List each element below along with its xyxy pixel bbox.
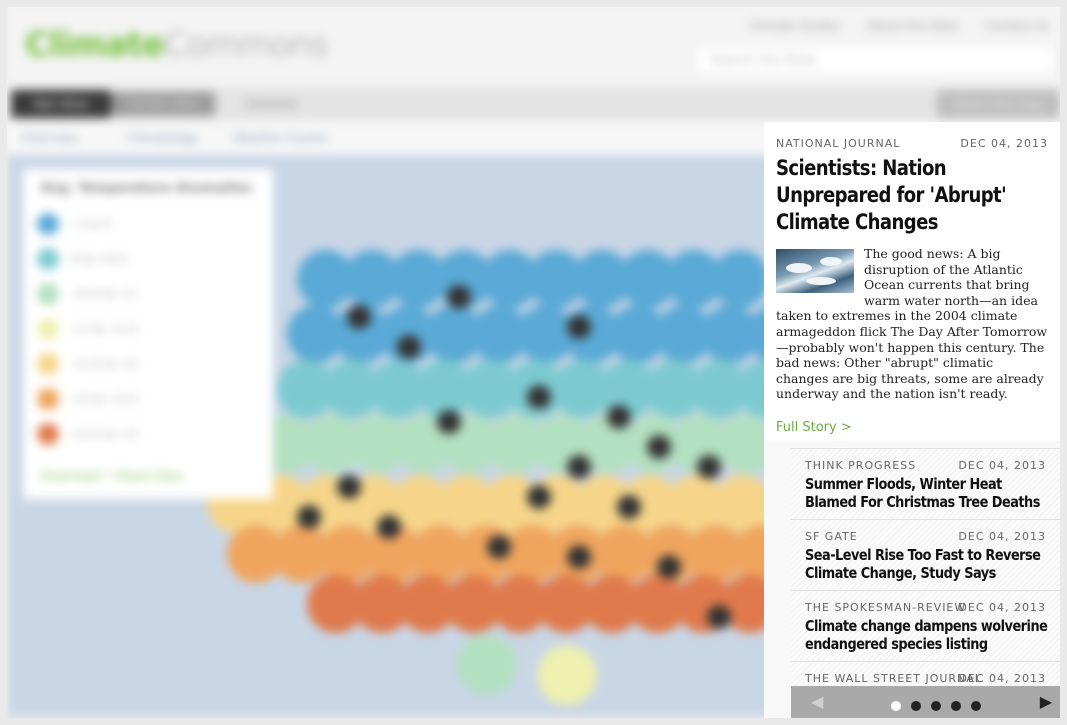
legend-swatch (37, 213, 59, 235)
news-item-source: SF Gate (805, 530, 858, 543)
pager-dot[interactable] (891, 701, 901, 711)
map-event-marker (377, 515, 401, 539)
pager-dot[interactable] (911, 701, 921, 711)
map-event-marker (657, 555, 681, 579)
news-item-date: DEC 04, 2013 (958, 459, 1046, 472)
pager-dots (891, 696, 991, 715)
prev-arrow-icon[interactable]: ◀ (811, 692, 823, 711)
news-item-source: Think Progress (805, 459, 917, 472)
news-pager: ◀ ▶ (791, 686, 1060, 718)
news-item[interactable]: SF Gate DEC 04, 2013 Sea-Level Rise Too … (791, 519, 1060, 589)
news-item-title[interactable]: Sea-Level Rise Too Fast to Reverse Clima… (805, 546, 1054, 582)
map-hex-cell (457, 635, 517, 695)
logo-text-green: Climate (25, 25, 165, 65)
next-arrow-icon[interactable]: ▶ (1040, 692, 1052, 711)
subnav-weather[interactable]: Weather Events (233, 131, 328, 145)
news-item-date: DEC 04, 2013 (958, 672, 1046, 685)
legend-label: 0 to +0.5 (71, 252, 128, 266)
app-window: ClimateCommons Climate Guides About the … (7, 7, 1060, 718)
news-item[interactable]: Think Progress DEC 04, 2013 Summer Flood… (791, 448, 1060, 518)
map-event-marker (707, 605, 731, 629)
legend-label: +2.5 to +3 (71, 427, 138, 441)
legend-item: 0 to +0.5 (37, 248, 257, 272)
map-event-marker (397, 335, 421, 359)
featured-title[interactable]: Scientists: Nation Unprepared for 'Abrup… (776, 155, 1043, 236)
legend-swatch (37, 283, 59, 305)
top-links: Climate Guides About the Atlas Contact U… (727, 19, 1050, 33)
news-item-source: The Spokesman-Review (805, 601, 967, 614)
featured-body: The good news: A big disruption of the A… (776, 246, 1048, 402)
news-item-date: DEC 04, 2013 (958, 601, 1046, 614)
news-item-source: The Wall Street Journal (805, 672, 982, 685)
subnav-climatology[interactable]: Climatology (127, 131, 199, 145)
map-event-marker (567, 455, 591, 479)
legend-item: +1 to +1.5 (37, 318, 257, 342)
map-hex-cell (537, 645, 597, 705)
legend-label: +0.5 to +1 (71, 287, 138, 301)
map-event-marker (647, 435, 671, 459)
map-event-marker (297, 505, 321, 529)
full-story-link[interactable]: Full Story > (776, 420, 852, 435)
logo-text-grey: Commons (163, 25, 329, 65)
toplink-about[interactable]: About the Atlas (866, 19, 958, 33)
pager-dot[interactable] (971, 701, 981, 711)
nav-tab-extreme[interactable]: Extreme (247, 97, 298, 111)
map-event-marker (487, 535, 511, 559)
nav-tab-atlas[interactable]: Nat Atlas (11, 90, 111, 118)
legend-label: +2 to +2.5 (71, 392, 138, 406)
map-legend: Avg. Temperature Anomalies Download • Sh… (23, 169, 273, 499)
map-event-marker (567, 315, 591, 339)
news-item-title[interactable]: Summer Floods, Winter Heat Blamed For Ch… (805, 475, 1054, 511)
share-map-button[interactable]: Share this map (937, 90, 1060, 118)
featured-thumbnail (776, 249, 854, 293)
legend-item: -1 to 0 (37, 213, 257, 237)
map-event-marker (527, 385, 551, 409)
legend-item: +0.5 to +1 (37, 283, 257, 307)
map-hex-cell (711, 250, 769, 308)
legend-item: +1.5 to +2 (37, 353, 257, 377)
legend-title: Avg. Temperature Anomalies (41, 181, 252, 196)
news-item-date: DEC 04, 2013 (958, 530, 1046, 543)
legend-swatch (37, 353, 59, 375)
toplink-guides[interactable]: Climate Guides (749, 19, 840, 33)
main-nav: Nat Atlas Climate Atlas Extreme Share th… (7, 87, 1060, 121)
site-logo[interactable]: ClimateCommons (25, 25, 329, 65)
map-event-marker (527, 485, 551, 509)
toplink-contact[interactable]: Contact Us (984, 19, 1050, 33)
search-input[interactable]: Search the Atlas (695, 45, 1055, 75)
map-event-marker (567, 545, 591, 569)
legend-swatch (37, 423, 59, 445)
map-event-marker (337, 475, 361, 499)
legend-item: +2.5 to +3 (37, 423, 257, 447)
map-event-marker (697, 455, 721, 479)
featured-story[interactable]: National Journal DEC 04, 2013 Scientists… (764, 122, 1060, 441)
legend-swatch (37, 248, 59, 270)
map-event-marker (437, 410, 461, 434)
legend-download-link[interactable]: Download • Share Data (41, 469, 182, 483)
legend-item: +2 to +2.5 (37, 388, 257, 412)
subnav-overview[interactable]: Overview (21, 131, 78, 145)
legend-swatch (37, 388, 59, 410)
legend-label: +1 to +1.5 (71, 322, 138, 336)
pager-dot[interactable] (931, 701, 941, 711)
news-panel: National Journal DEC 04, 2013 Scientists… (764, 122, 1060, 718)
map-event-marker (607, 405, 631, 429)
map-event-marker (617, 495, 641, 519)
nav-tab-climate[interactable]: Climate Atlas (111, 92, 215, 116)
legend-label: +1.5 to +2 (71, 357, 138, 371)
map-event-marker (347, 305, 371, 329)
legend-label: -1 to 0 (71, 217, 111, 231)
news-item-title[interactable]: Climate change dampens wolverine endange… (805, 617, 1054, 653)
map-event-marker (447, 285, 471, 309)
site-header: ClimateCommons Climate Guides About the … (7, 7, 1060, 87)
news-item[interactable]: The Spokesman-Review DEC 04, 2013 Climat… (791, 590, 1060, 660)
legend-swatch (37, 318, 59, 340)
featured-date: DEC 04, 2013 (960, 137, 1048, 150)
pager-dot[interactable] (951, 701, 961, 711)
featured-source: National Journal (776, 137, 901, 150)
